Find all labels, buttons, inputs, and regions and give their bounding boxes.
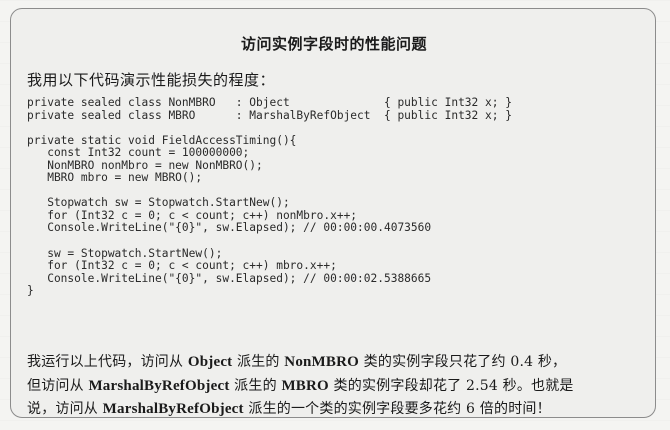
note-intro: 我用以下代码演示性能损失的程度：	[27, 71, 276, 89]
text-run: 派生的	[232, 354, 285, 370]
text-run: 说，访问从	[27, 401, 103, 417]
emphasis-text: NonMBRO	[284, 354, 360, 370]
text-run: 我运行以上代码，访问从	[27, 354, 188, 370]
code-line: MBRO mbro = new MBRO();	[27, 171, 203, 185]
code-line: for (Int32 c = 0; c < count; c++) mbro.x…	[27, 259, 337, 273]
text-run: 派生的	[229, 377, 282, 394]
text-run: 类的实例字段却花了 2.54 秒。也就是	[328, 377, 574, 394]
code-listing: private sealed class NonMBRO : Object { …	[27, 96, 512, 298]
code-line: Console.WriteLine("{0}", sw.Elapsed); //…	[27, 271, 432, 285]
description-line-2: 但访问从 MarshalByRefObject 派生的 MBRO 类的实例字段却…	[27, 375, 647, 399]
description-line-3: 说，访问从 MarshalByRefObject 派生的一个类的实例字段要多花约…	[27, 398, 647, 422]
description-line-1: 我运行以上代码，访问从 Object 派生的 NonMBRO 类的实例字段只花了…	[27, 351, 647, 375]
code-line: Console.WriteLine("{0}", sw.Elapsed); //…	[27, 221, 432, 235]
code-line: }	[27, 284, 34, 298]
code-line: private sealed class MBRO : MarshalByRef…	[27, 108, 512, 122]
code-line: private sealed class NonMBRO : Object { …	[27, 96, 512, 109]
text-run: 类的实例字段只花了约 0.4 秒，	[359, 354, 567, 370]
text-run: 但访问从	[27, 377, 89, 394]
emphasis-text: Object	[187, 354, 233, 370]
emphasis-text: MarshalByRefObject	[102, 401, 244, 417]
note-description: 我运行以上代码，访问从 Object 派生的 NonMBRO 类的实例字段只花了…	[27, 351, 647, 422]
text-run: 派生的一个类的实例字段要多花约 6 倍的时间！	[243, 401, 551, 417]
note-title: 访问实例字段时的性能问题	[240, 35, 427, 53]
code-line: const Int32 count = 100000000;	[27, 146, 250, 160]
emphasis-text: MBRO	[281, 377, 329, 394]
sidebar-note-box: 访问实例字段时的性能问题 我用以下代码演示性能损失的程度： private se…	[10, 8, 656, 418]
emphasis-text: MarshalByRefObject	[88, 377, 230, 394]
